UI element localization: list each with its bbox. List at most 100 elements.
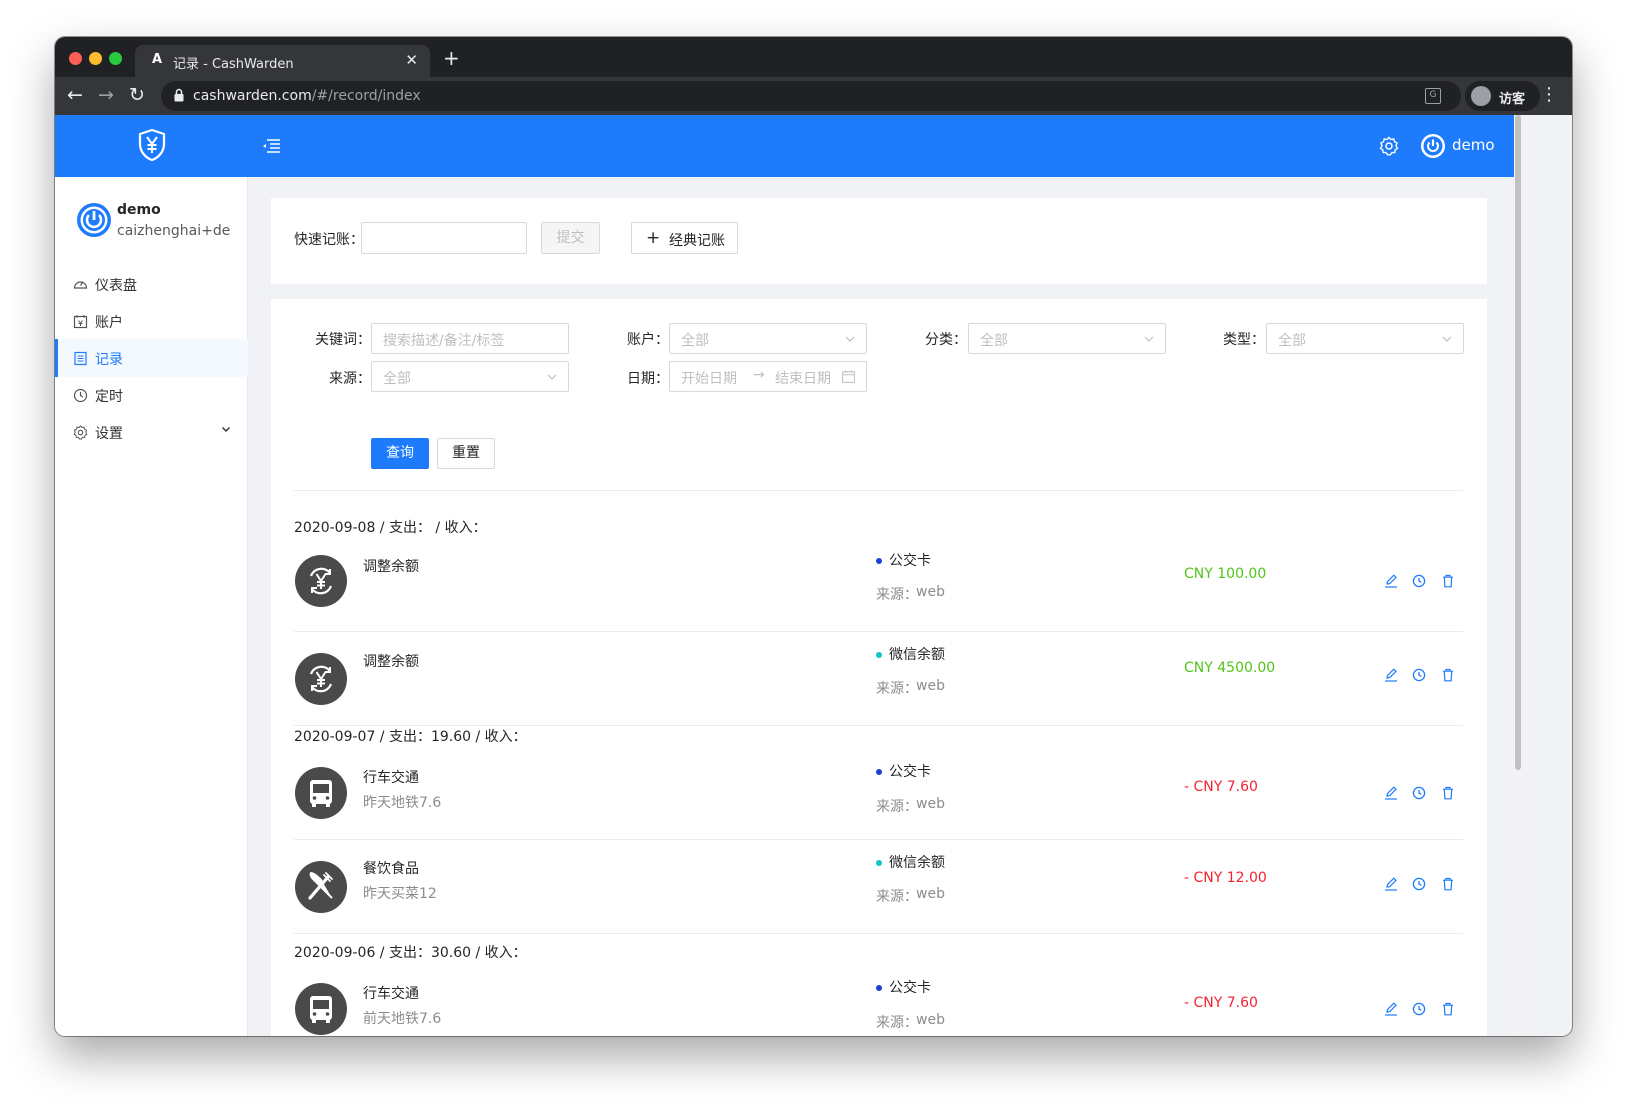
chevron-down-icon <box>845 336 855 342</box>
category-select[interactable]: 全部 <box>968 323 1166 354</box>
record-amount: - CNY 7.60 <box>1184 995 1258 1011</box>
date-end-placeholder[interactable]: 结束日期 <box>775 368 831 388</box>
scrollbar-thumb[interactable] <box>1515 115 1521 770</box>
sidebar-item-account[interactable]: 账户 <box>55 302 248 340</box>
delete-icon[interactable] <box>1441 877 1455 891</box>
record-source: web <box>916 584 945 600</box>
account-color-dot <box>876 652 882 658</box>
record-amount: - CNY 7.60 <box>1184 779 1258 795</box>
sidebar-item-label: 记录 <box>95 352 123 368</box>
tab-strip: A 记录 - CashWarden ✕ + <box>55 37 1572 77</box>
edit-icon[interactable] <box>1384 574 1398 588</box>
header-user-name[interactable]: demo <box>1452 136 1495 154</box>
fork-knife-icon <box>295 861 347 913</box>
edit-icon[interactable] <box>1384 1002 1398 1016</box>
record-source-label: 来源： <box>876 799 918 815</box>
sidebar-item-label: 仪表盘 <box>95 278 137 294</box>
back-icon[interactable]: ← <box>67 84 83 106</box>
url-host: cashwarden.com <box>193 88 312 104</box>
account-color-dot <box>876 558 882 564</box>
chevron-down-icon <box>547 374 557 380</box>
schedule-icon[interactable] <box>1412 668 1426 682</box>
gear-icon[interactable] <box>1379 136 1399 156</box>
edit-icon[interactable] <box>1384 668 1398 682</box>
edit-icon[interactable] <box>1384 877 1398 891</box>
date-range-picker[interactable]: 开始日期 → 结束日期 <box>669 361 867 392</box>
bus-icon <box>295 983 347 1035</box>
delete-icon[interactable] <box>1441 668 1455 682</box>
query-button[interactable]: 查询 <box>371 438 429 469</box>
screenshot-stage: A 记录 - CashWarden ✕ + ← → ↻ cashwarden.c… <box>0 0 1627 1108</box>
plus-icon: + <box>646 228 661 248</box>
type-select[interactable]: 全部 <box>1266 323 1464 354</box>
favicon-icon: A <box>151 52 163 67</box>
tab-title: 记录 - CashWarden <box>173 57 294 72</box>
sidebar-item-dashboard[interactable]: 仪表盘 <box>55 265 248 303</box>
record-source-label: 来源： <box>876 1015 918 1031</box>
chevron-down-icon <box>221 426 231 433</box>
record-category: 餐饮食品 <box>363 861 419 877</box>
record-category: 调整余额 <box>363 654 419 670</box>
dashboard-icon <box>73 281 88 289</box>
user-avatar-icon <box>77 203 111 237</box>
sidebar-item-scheduled[interactable]: 定时 <box>55 376 248 414</box>
shield-yen-logo-icon[interactable] <box>137 128 167 162</box>
quick-record-label: 快速记账： <box>294 232 364 248</box>
schedule-icon[interactable] <box>1412 574 1426 588</box>
schedule-icon[interactable] <box>1412 877 1426 891</box>
chevron-down-icon <box>1442 336 1452 342</box>
translate-icon[interactable]: G <box>1425 88 1441 104</box>
date-range-arrow-icon: → <box>753 367 765 383</box>
browser-window: A 记录 - CashWarden ✕ + ← → ↻ cashwarden.c… <box>55 37 1572 1036</box>
keyword-placeholder: 搜索描述/备注/标签 <box>383 333 505 349</box>
calendar-icon <box>842 370 855 383</box>
records-card: 关键词： 搜索描述/备注/标签 账户： 全部 分类： 全部 类型： 全部 来源：… <box>271 299 1487 1036</box>
menu-fold-icon[interactable] <box>261 137 281 155</box>
minimize-window-button[interactable] <box>89 52 102 65</box>
close-tab-icon[interactable]: ✕ <box>405 51 418 69</box>
record-category: 行车交通 <box>363 986 419 1002</box>
edit-icon[interactable] <box>1384 786 1398 800</box>
list-icon <box>74 351 87 366</box>
profile-button[interactable]: 访客 <box>1465 81 1540 111</box>
delete-icon[interactable] <box>1441 574 1455 588</box>
account-color-dot <box>876 769 882 775</box>
browser-menu-icon[interactable]: ⋮ <box>1540 84 1558 106</box>
new-tab-icon[interactable]: + <box>443 46 460 70</box>
schedule-icon[interactable] <box>1412 1002 1426 1016</box>
schedule-icon[interactable] <box>1412 786 1426 800</box>
account-color-dot <box>876 985 882 991</box>
classic-record-button[interactable]: + 经典记账 <box>631 222 738 254</box>
browser-tab[interactable]: A 记录 - CashWarden ✕ <box>135 45 430 77</box>
gear-icon <box>73 425 88 440</box>
power-avatar-icon[interactable] <box>1421 134 1445 158</box>
record-account: 微信余额 <box>889 855 945 871</box>
record-row[interactable]: 调整余额 微信余额 来源： web CNY 4500.00 <box>294 632 1463 726</box>
delete-icon[interactable] <box>1441 786 1455 800</box>
record-row[interactable]: 行车交通 前天地铁7.6 公交卡 来源： web - CNY 7.60 <box>294 959 1463 1036</box>
record-source: web <box>916 796 945 812</box>
address-bar[interactable]: cashwarden.com/#/record/index G <box>161 81 1461 111</box>
record-row[interactable]: 行车交通 昨天地铁7.6 公交卡 来源： web - CNY 7.60 <box>294 743 1463 840</box>
keyword-input[interactable]: 搜索描述/备注/标签 <box>371 323 569 354</box>
category-filter-label: 分类： <box>925 332 967 348</box>
maximize-window-button[interactable] <box>109 52 122 65</box>
submit-button[interactable]: 提交 <box>541 222 600 254</box>
forward-icon[interactable]: → <box>98 84 114 106</box>
record-source: web <box>916 1012 945 1028</box>
type-select-value: 全部 <box>1278 333 1306 349</box>
delete-icon[interactable] <box>1441 1002 1455 1016</box>
reset-button[interactable]: 重置 <box>437 438 495 469</box>
record-row[interactable]: 餐饮食品 昨天买菜12 微信余额 来源： web - CNY 12.00 <box>294 840 1463 934</box>
date-start-placeholder[interactable]: 开始日期 <box>681 368 737 388</box>
reload-icon[interactable]: ↻ <box>129 84 145 106</box>
sidebar-item-records[interactable]: 记录 <box>55 339 248 377</box>
source-select[interactable]: 全部 <box>371 361 569 392</box>
close-window-button[interactable] <box>69 52 82 65</box>
account-select[interactable]: 全部 <box>669 323 867 354</box>
sidebar-item-settings[interactable]: 设置 <box>55 413 248 451</box>
record-row[interactable]: 调整余额 公交卡 来源： web CNY 100.00 <box>294 543 1463 632</box>
sidebar: demo caizhenghai+dem 仪表盘 账户 记录 定时 设置 <box>55 177 248 1036</box>
quick-record-input[interactable] <box>361 222 527 254</box>
sidebar-item-label: 设置 <box>95 426 123 442</box>
